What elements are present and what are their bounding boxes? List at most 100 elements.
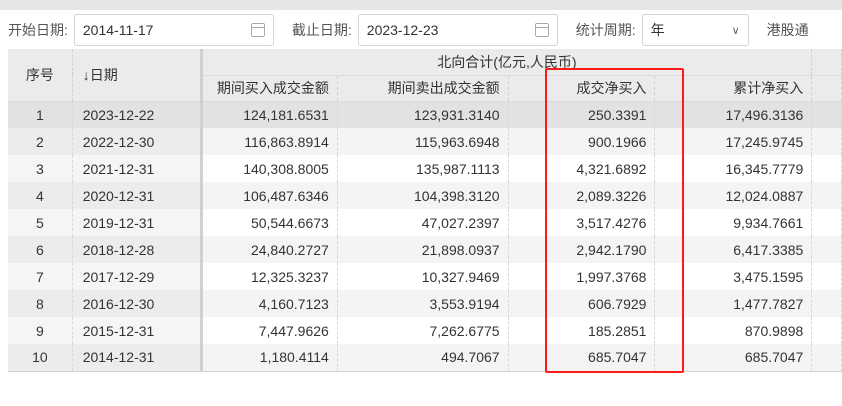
cell-date: 2022-12-30: [72, 128, 203, 155]
cell-date: 2016-12-30: [72, 290, 203, 317]
cell-extra: [811, 263, 842, 290]
cell-cum: 17,496.3136: [654, 101, 813, 128]
cell-buy: 1,180.4114: [201, 344, 338, 372]
cell-date: 2023-12-22: [72, 101, 203, 128]
cell-extra: [811, 182, 842, 209]
table-row[interactable]: 7 2017-12-29 12,325.3237 10,327.9469 1,997.3…: [8, 263, 842, 290]
table-row[interactable]: 10 2014-12-31 1,180.4114 494.7067 685.7047 68…: [8, 344, 842, 372]
cell-extra: [811, 344, 842, 372]
table-row[interactable]: 2 2022-12-30 116,863.8914 115,963.6948 900.1…: [8, 128, 842, 155]
cell-extra: [811, 236, 842, 263]
cell-net: 185.2851: [508, 317, 656, 344]
period-label: 统计周期:: [575, 22, 636, 38]
cell-seq: 10: [8, 344, 73, 372]
header-date-sort[interactable]: ↓日期: [72, 49, 203, 102]
cell-cum: 6,417.3385: [654, 236, 813, 263]
cell-buy: 116,863.8914: [201, 128, 338, 155]
filter-bar: 开始日期: 2014-11-17 截止日期: 2023-12-23 统计周期: …: [0, 13, 842, 47]
header-group-northbound: 北向合计(亿元,人民币): [201, 49, 813, 76]
cell-seq: 4: [8, 182, 73, 209]
cell-seq: 9: [8, 317, 73, 344]
cell-sell: 7,262.6775: [337, 317, 509, 344]
cell-cum: 17,245.9745: [654, 128, 813, 155]
table-row[interactable]: 6 2018-12-28 24,840.2727 21,898.0937 2,942.1…: [8, 236, 842, 263]
cell-extra: [811, 101, 842, 128]
cell-sell: 3,553.9194: [337, 290, 509, 317]
cell-cum: 3,475.1595: [654, 263, 813, 290]
cell-net: 1,997.3768: [508, 263, 656, 290]
cell-sell: 21,898.0937: [337, 236, 509, 263]
table-row[interactable]: 9 2015-12-31 7,447.9626 7,262.6775 185.2851 8…: [8, 317, 842, 344]
cell-buy: 4,160.7123: [201, 290, 338, 317]
cell-cum: 12,024.0887: [654, 182, 813, 209]
cell-cum: 16,345.7779: [654, 155, 813, 182]
header-cum[interactable]: 累计净买入: [654, 75, 813, 102]
cell-date: 2018-12-28: [72, 236, 203, 263]
end-date-input[interactable]: 2023-12-23: [357, 14, 558, 46]
cell-net: 250.3391: [508, 101, 656, 128]
cell-net: 606.7929: [508, 290, 656, 317]
table-row[interactable]: 3 2021-12-31 140,308.8005 135,987.1113 4,321…: [8, 155, 842, 182]
table-row[interactable]: 4 2020-12-31 106,487.6346 104,398.3120 2,089…: [8, 182, 842, 209]
cell-seq: 3: [8, 155, 73, 182]
period-value: 年: [650, 22, 665, 38]
cell-cum: 870.9898: [654, 317, 813, 344]
header-sell[interactable]: 期间卖出成交金额: [337, 75, 509, 102]
header-extra: [811, 49, 842, 76]
cell-buy: 50,544.6673: [201, 209, 338, 236]
cell-buy: 106,487.6346: [201, 182, 338, 209]
header-net[interactable]: 成交净买入: [508, 75, 656, 102]
cell-cum: 685.7047: [654, 344, 813, 372]
cell-buy: 140,308.8005: [201, 155, 338, 182]
cell-seq: 1: [8, 101, 73, 128]
cell-cum: 1,477.7827: [654, 290, 813, 317]
cell-net: 4,321.6892: [508, 155, 656, 182]
cell-seq: 6: [8, 236, 73, 263]
header-extra: [811, 75, 842, 102]
start-date-input[interactable]: 2014-11-17: [73, 14, 274, 46]
cell-date: 2020-12-31: [72, 182, 203, 209]
cell-extra: [811, 155, 842, 182]
cell-net: 900.1966: [508, 128, 656, 155]
cell-date: 2017-12-29: [72, 263, 203, 290]
cell-sell: 135,987.1113: [337, 155, 509, 182]
cell-sell: 123,931.3140: [337, 101, 509, 128]
cell-date: 2015-12-31: [72, 317, 203, 344]
table-row[interactable]: 5 2019-12-31 50,544.6673 47,027.2397 3,517.4…: [8, 209, 842, 236]
calendar-icon[interactable]: [250, 23, 265, 37]
cell-net: 2,942.1790: [508, 236, 656, 263]
cell-sell: 115,963.6948: [337, 128, 509, 155]
cell-sell: 47,027.2397: [337, 209, 509, 236]
end-date-label: 截止日期:: [291, 22, 352, 38]
northbound-table: 序号 ↓日期 北向合计(亿元,人民币) 期间买入成交金额 期间卖出成交金额 成交…: [8, 49, 842, 372]
cell-cum: 9,934.7661: [654, 209, 813, 236]
period-select[interactable]: 年 ∨: [641, 14, 749, 46]
cell-seq: 8: [8, 290, 73, 317]
calendar-icon[interactable]: [534, 23, 549, 37]
top-bar: [0, 0, 842, 10]
chevron-down-icon: ∨: [731, 24, 740, 37]
cell-seq: 7: [8, 263, 73, 290]
cell-net: 2,089.3226: [508, 182, 656, 209]
cell-seq: 5: [8, 209, 73, 236]
cell-net: 3,517.4276: [508, 209, 656, 236]
start-date-label: 开始日期:: [8, 22, 68, 38]
cell-date: 2019-12-31: [72, 209, 203, 236]
cell-sell: 104,398.3120: [337, 182, 509, 209]
table-row[interactable]: 8 2016-12-30 4,160.7123 3,553.9194 606.7929 1…: [8, 290, 842, 317]
hk-connect-label: 港股通: [766, 22, 809, 38]
cell-buy: 12,325.3237: [201, 263, 338, 290]
end-date-value: 2023-12-23: [366, 22, 439, 38]
cell-sell: 10,327.9469: [337, 263, 509, 290]
cell-buy: 7,447.9626: [201, 317, 338, 344]
table-row[interactable]: 1 2023-12-22 124,181.6531 123,931.3140 250.3…: [8, 101, 842, 128]
cell-extra: [811, 128, 842, 155]
cell-sell: 494.7067: [337, 344, 509, 372]
cell-buy: 124,181.6531: [201, 101, 338, 128]
header-buy[interactable]: 期间买入成交金额: [201, 75, 338, 102]
cell-date: 2014-12-31: [72, 344, 203, 372]
cell-extra: [811, 209, 842, 236]
cell-net: 685.7047: [508, 344, 656, 372]
cell-seq: 2: [8, 128, 73, 155]
start-date-value: 2014-11-17: [82, 22, 154, 38]
